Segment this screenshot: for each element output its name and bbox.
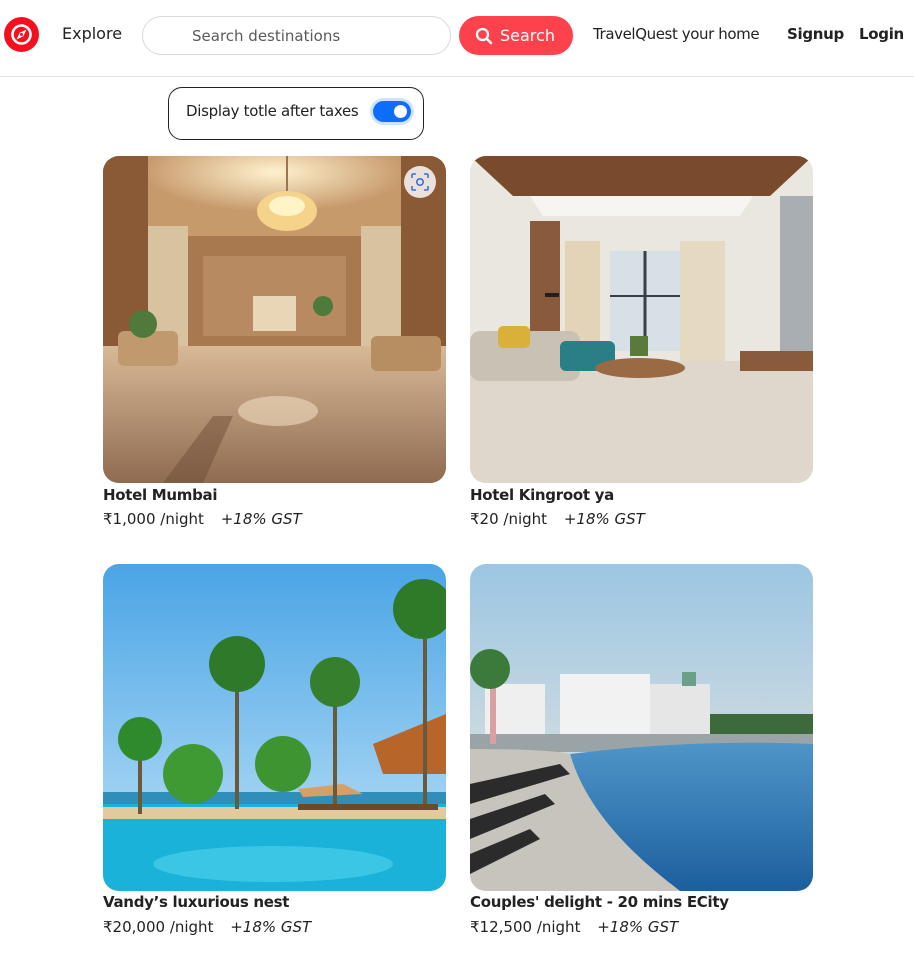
listing-title: Hotel Kingroot ya	[470, 486, 614, 504]
listing-price: ₹12,500 /night +18% GST	[470, 918, 678, 936]
listing-price-value: ₹1,000	[103, 510, 156, 528]
listing-card[interactable]: Hotel Kingroot ya ₹20 /night +18% GST	[470, 156, 813, 528]
nav-signup-link[interactable]: Signup	[787, 25, 844, 43]
listing-price: ₹20,000 /night +18% GST	[103, 918, 311, 936]
listing-price: ₹20 /night +18% GST	[470, 510, 645, 528]
listing-title: Vandy’s luxurious nest	[103, 893, 290, 911]
listing-price-value: ₹12,500	[470, 918, 533, 936]
nav-home-link[interactable]: TravelQuest your home	[593, 25, 760, 43]
listing-tax-note: +18% GST	[220, 510, 302, 528]
lens-icon[interactable]	[404, 166, 436, 198]
nav-login-link[interactable]: Login	[859, 25, 904, 43]
tax-toggle-box: Display totle after taxes	[168, 87, 424, 140]
listing-price-unit: /night	[503, 510, 548, 528]
search-button[interactable]: Search	[459, 16, 573, 55]
switch-knob	[394, 105, 407, 118]
tropical-pool-photo[interactable]	[103, 564, 446, 891]
listing-tax-note: +18% GST	[230, 918, 312, 936]
listing-price-unit: /night	[536, 918, 581, 936]
compass-icon[interactable]	[4, 17, 39, 52]
listing-tax-note: +18% GST	[597, 918, 679, 936]
listing-price-unit: /night	[169, 918, 214, 936]
listing-price-value: ₹20,000	[103, 918, 166, 936]
search-button-label: Search	[500, 26, 555, 45]
living-room-photo[interactable]	[470, 156, 813, 483]
listing-card[interactable]: Hotel Mumbai ₹1,000 /night +18% GST	[103, 156, 446, 528]
listing-tax-note: +18% GST	[563, 510, 645, 528]
nav-explore-link[interactable]: Explore	[62, 24, 122, 43]
listing-card[interactable]: Couples' delight - 20 mins ECity ₹12,500…	[470, 564, 813, 936]
listing-card[interactable]: Vandy’s luxurious nest ₹20,000 /night +1…	[103, 564, 446, 936]
listing-price-unit: /night	[160, 510, 204, 528]
tax-toggle-label: Display totle after taxes	[186, 102, 359, 120]
listing-title: Hotel Mumbai	[103, 486, 218, 504]
search-input[interactable]	[142, 16, 451, 55]
hotel-lobby-photo[interactable]	[103, 156, 446, 483]
navbar: Explore Search TravelQuest your home Sig…	[0, 0, 914, 77]
tax-toggle-switch[interactable]	[373, 101, 411, 122]
listing-price: ₹1,000 /night +18% GST	[103, 510, 302, 528]
listing-title: Couples' delight - 20 mins ECity	[470, 893, 729, 911]
listing-price-value: ₹20	[470, 510, 499, 528]
resort-pool-photo[interactable]	[470, 564, 813, 891]
search-icon	[475, 27, 493, 44]
